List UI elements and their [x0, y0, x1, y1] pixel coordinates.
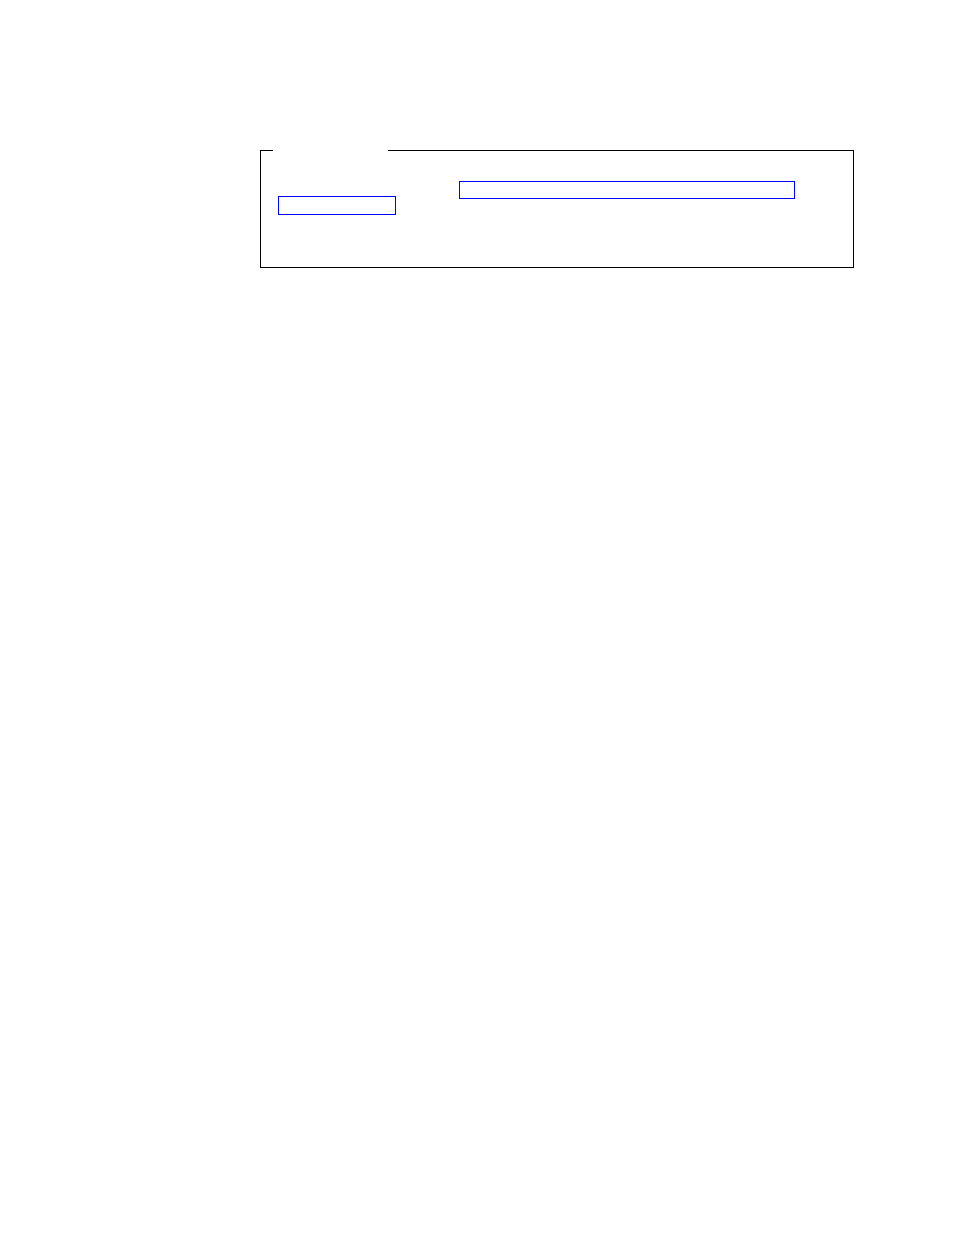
text-field-1[interactable] [459, 181, 795, 199]
text-field-2[interactable] [278, 196, 396, 215]
form-fieldset [260, 150, 854, 268]
fieldset-legend-gap [273, 150, 388, 152]
